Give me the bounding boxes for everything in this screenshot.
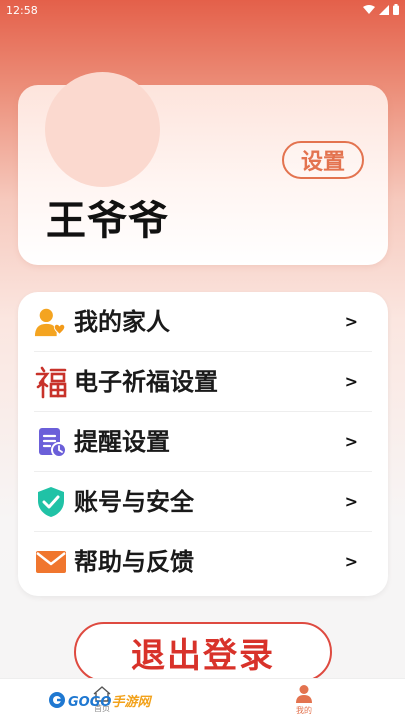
menu-item-reminder-settings[interactable]: 提醒设置 >: [18, 412, 388, 472]
menu-item-account-security[interactable]: 账号与安全 >: [18, 472, 388, 532]
signal-icon: [379, 4, 389, 15]
status-time: 12:58: [6, 4, 38, 17]
chevron-right-icon: >: [344, 312, 358, 331]
chevron-right-icon: >: [344, 372, 358, 391]
chevron-right-icon: >: [344, 492, 358, 511]
menu-item-blessing-settings[interactable]: 电子祈福设置 >: [18, 352, 388, 412]
status-icons: [363, 4, 399, 15]
watermark-text-right: 手游网: [111, 694, 151, 710]
person-icon: [296, 685, 312, 703]
menu-item-label: 电子祈福设置: [74, 368, 218, 396]
menu-item-label: 我的家人: [74, 308, 170, 336]
battery-icon: [393, 4, 399, 15]
mail-icon: [34, 546, 68, 578]
logout-button[interactable]: 退出登录: [74, 622, 332, 682]
chevron-right-icon: >: [344, 432, 358, 451]
tab-mine[interactable]: 我的: [234, 679, 374, 721]
menu-item-label: 账号与安全: [74, 488, 194, 516]
chevron-right-icon: >: [344, 552, 358, 571]
tab-label: 我的: [296, 706, 312, 715]
family-icon: [34, 306, 68, 338]
menu-item-my-family[interactable]: 我的家人 >: [18, 292, 388, 352]
settings-button[interactable]: 设置: [282, 141, 364, 179]
status-bar: 12:58: [0, 0, 405, 22]
watermark-text: GOGO手游网: [68, 691, 150, 710]
gogo-logo-icon: [49, 692, 65, 708]
avatar[interactable]: [45, 72, 160, 187]
wifi-icon: [363, 4, 375, 14]
reminder-document-icon: [34, 426, 68, 458]
watermark-logo: GOGO手游网: [48, 689, 150, 711]
watermark-text-left: GOGO: [68, 694, 112, 710]
menu-card: 我的家人 > 电子祈福设置 > 提醒设置 > 账号与安全 > 帮助与反馈 >: [18, 292, 388, 596]
shield-check-icon: [34, 486, 68, 518]
menu-item-label: 提醒设置: [74, 428, 170, 456]
fu-blessing-icon: [34, 366, 68, 399]
profile-name: 王爷爷: [46, 198, 169, 244]
menu-item-label: 帮助与反馈: [74, 548, 194, 576]
menu-item-help-feedback[interactable]: 帮助与反馈 >: [18, 532, 388, 592]
